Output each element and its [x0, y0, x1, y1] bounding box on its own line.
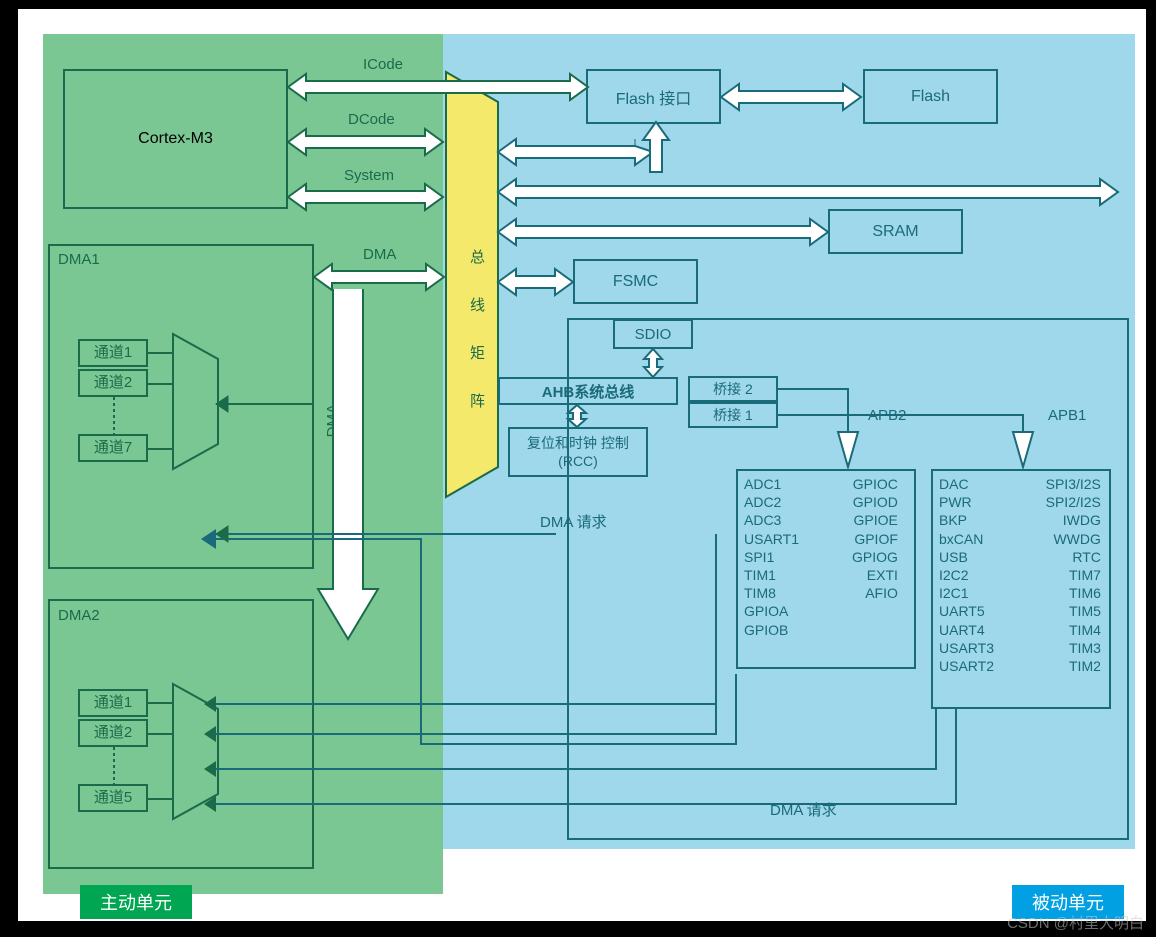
dma-arrow — [314, 264, 444, 290]
cortex-label: Cortex-M3 — [138, 130, 213, 148]
dma1-ch7: 通道7 — [78, 434, 148, 462]
system-arrow — [288, 184, 443, 210]
peripheral-item: TIM5 — [1023, 602, 1101, 620]
fsmc-block: FSMC — [573, 259, 698, 304]
diagram-canvas: 总 线 矩 阵 Cortex-M3 DMA1 通道1 通道2 通道7 DMA2 … — [15, 6, 1149, 924]
flashif-flash-arrow — [721, 84, 861, 110]
peripheral-item: TIM7 — [1023, 566, 1101, 584]
matrix-right-arrow-1 — [498, 179, 1118, 205]
peripheral-item: WWDG — [1023, 530, 1101, 548]
dma2-ch2: 通道2 — [78, 719, 148, 747]
icode-label: ICode — [363, 56, 403, 73]
sram-block: SRAM — [828, 209, 963, 254]
matrix-flashif-arrow — [498, 139, 653, 165]
dma1-ch1: 通道1 — [78, 339, 148, 367]
apb1-label: APB1 — [1048, 407, 1086, 424]
peripheral-item: IWDG — [1023, 511, 1101, 529]
dma-label: DMA — [363, 246, 396, 263]
peripheral-item: RTC — [1023, 548, 1101, 566]
cortex-m3-block: Cortex-M3 — [63, 69, 288, 209]
dcode-arrow — [288, 129, 443, 155]
dcode-label: DCode — [348, 111, 395, 128]
flash-block: Flash — [863, 69, 998, 124]
peripheral-item: TIM4 — [1023, 621, 1101, 639]
matrix-sram-arrow — [498, 219, 828, 245]
dma2-dots — [113, 747, 115, 784]
peripheral-item: TIM6 — [1023, 584, 1101, 602]
dma1-title: DMA1 — [58, 251, 100, 268]
system-label: System — [344, 167, 394, 184]
dma1-out-arrows — [216, 344, 316, 544]
dma2-ch5: 通道5 — [78, 784, 148, 812]
peripheral-item: TIM2 — [1023, 657, 1101, 675]
icode-arrow — [288, 74, 588, 100]
peripheral-item: SPI2/I2S — [1023, 493, 1101, 511]
flash-interface-block: Flash 接口 — [586, 69, 721, 124]
dma2-title: DMA2 — [58, 607, 100, 624]
dma1-ch2: 通道2 — [78, 369, 148, 397]
active-unit-label: 主动单元 — [80, 885, 192, 919]
apb1-col-right: SPI3/I2SSPI2/I2SIWDGWWDGRTCTIM7TIM6TIM5T… — [1023, 475, 1101, 675]
bus-matrix-label: 总 线 矩 阵 — [466, 249, 487, 416]
dma1-dots — [113, 397, 115, 434]
peripheral-item: TIM3 — [1023, 639, 1101, 657]
peripheral-item: SPI3/I2S — [1023, 475, 1101, 493]
watermark: CSDN @村里大明白 — [1007, 912, 1144, 933]
dma-request-wires — [216, 404, 956, 844]
apb1-peripherals: DACPWRBKPbxCANUSBI2C2I2C1UART5UART4USART… — [931, 469, 1111, 709]
matrix-fsmc-arrow — [498, 269, 573, 295]
dma2-ch1: 通道1 — [78, 689, 148, 717]
